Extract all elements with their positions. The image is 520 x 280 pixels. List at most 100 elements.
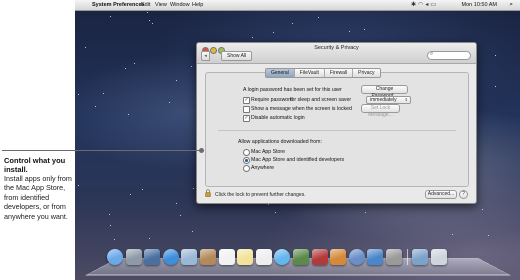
radio-identified-developers[interactable] [243,157,250,164]
wallpaper-star [128,114,129,115]
wallpaper-star [149,238,150,239]
wallpaper-star [176,203,177,204]
wallpaper-star [109,214,110,215]
tab-privacy[interactable]: Privacy [353,69,379,77]
itunes-icon[interactable] [348,249,365,265]
calendar-icon[interactable] [218,249,235,265]
downloads-icon[interactable] [412,249,429,265]
wallpaper-star [110,225,111,226]
spotlight-search-icon[interactable]: ⌕ [509,1,513,9]
wallpaper-star [193,188,194,189]
wallpaper-star [252,37,253,38]
annotation-panel: Control what you install. Install apps o… [0,0,75,280]
tab-general[interactable]: General [266,69,295,77]
radio-anywhere-label: Anywhere [251,165,275,171]
launchpad-icon[interactable] [125,249,142,265]
radio-anywhere[interactable] [243,165,250,172]
tab-firewall[interactable]: Firewall [325,69,354,77]
dock [107,249,492,271]
tab-filevault[interactable]: FileVault [295,69,325,77]
section-divider [218,130,456,131]
window-titlebar[interactable]: Security & Privacy ◂ ▸ Show All ⌕ [197,43,476,64]
allow-apps-heading: Allow applications downloaded from: [238,139,322,145]
app-store-icon[interactable] [367,249,384,265]
finder-icon[interactable] [107,249,123,265]
require-password-delay-select[interactable]: immediately ⇕ [366,96,411,104]
disable-automatic-login-checkbox[interactable]: ✓ [243,115,250,122]
password-set-text: A login password has been set for this u… [243,87,342,93]
radio-mac-app-store[interactable] [243,149,250,156]
wallpaper-star [452,234,453,235]
advanced-label: Advanced... [427,191,455,197]
require-password-delay-value: immediately [370,97,397,103]
mission-control-icon[interactable] [144,249,161,265]
show-message-label: Show a message when the screen is locked [251,106,352,112]
wallpaper-star [176,80,177,81]
facetime-icon[interactable] [292,249,309,265]
search-icon: ⌕ [430,51,434,57]
battery-icon[interactable]: ▭ [430,2,438,8]
wallpaper-star [349,31,350,32]
wallpaper-star [125,68,126,69]
callout-title: Control what you install. [4,156,66,174]
mail-icon[interactable] [181,249,198,265]
iphoto-icon[interactable] [330,249,347,265]
help-button[interactable]: ? [459,190,468,199]
callout-body: Install apps only from the Mac App Store… [4,174,72,221]
reminders-icon[interactable] [255,249,272,265]
wallpaper-star [169,102,170,103]
select-arrows-icon: ⇕ [404,97,408,102]
show-all-button[interactable]: Show All [221,51,253,61]
wallpaper-star [147,12,148,13]
menu-help[interactable]: Help [192,2,203,8]
callout-pointer-dot [199,148,204,153]
wallpaper-star [85,47,86,48]
security-privacy-window: Security & Privacy ◂ ▸ Show All ⌕ A logi… [196,42,477,204]
trash-icon[interactable] [430,249,447,265]
lock-icon[interactable] [205,189,211,197]
wallpaper-star [180,215,181,216]
disable-automatic-login-label: Disable automatic login [251,115,305,121]
radio-mac-app-store-label: Mac App Store [251,149,286,155]
wallpaper-star [130,194,131,195]
advanced-button[interactable]: Advanced... [425,190,457,199]
set-lock-message-button[interactable]: Set Lock Message... [361,104,400,118]
wallpaper-star [365,212,366,213]
wallpaper-star [482,209,483,210]
wallpaper-star [110,16,111,17]
callout-line [2,150,202,151]
preferences-search-input[interactable]: ⌕ [427,51,471,60]
show-message-checkbox[interactable] [243,106,250,113]
menu-bar: System Preferences Edit View Window Help… [75,0,520,11]
menu-view[interactable]: View [155,2,167,8]
wallpaper-star [364,29,365,30]
menu-window[interactable]: Window [170,2,190,8]
menu-app-name[interactable]: System Preferences [92,2,145,8]
wallpaper-star [149,20,150,21]
wallpaper-star [78,185,79,186]
dock-separator [406,249,408,265]
status-icons[interactable]: ✱◠◂▭ [411,1,438,8]
menu-edit[interactable]: Edit [141,2,150,8]
messages-icon[interactable] [274,249,291,265]
wallpaper-star [488,235,489,236]
wallpaper-star [268,204,269,205]
menu-clock[interactable]: Mon 10:50 AM [462,2,497,8]
photo-booth-icon[interactable] [311,249,328,265]
safari-icon[interactable] [162,249,179,265]
wallpaper-star [114,239,115,240]
show-all-label: Show All [227,53,247,59]
require-password-checkbox[interactable]: ✓ [243,97,250,104]
change-password-button[interactable]: Change Password... [361,85,408,99]
contacts-icon[interactable] [199,249,216,265]
wallpaper-star [495,86,496,87]
require-password-suffix: for sleep and screen saver [290,97,352,103]
system-preferences-icon[interactable] [385,249,402,265]
wallpaper-star [191,66,192,67]
require-password-label: Require password [251,97,293,103]
notes-icon[interactable] [237,249,254,265]
back-button[interactable]: ◂ [201,51,210,61]
wallpaper-star [273,32,274,33]
wallpaper-star [192,231,193,232]
bluetooth-icon[interactable]: ✱ [411,2,418,8]
